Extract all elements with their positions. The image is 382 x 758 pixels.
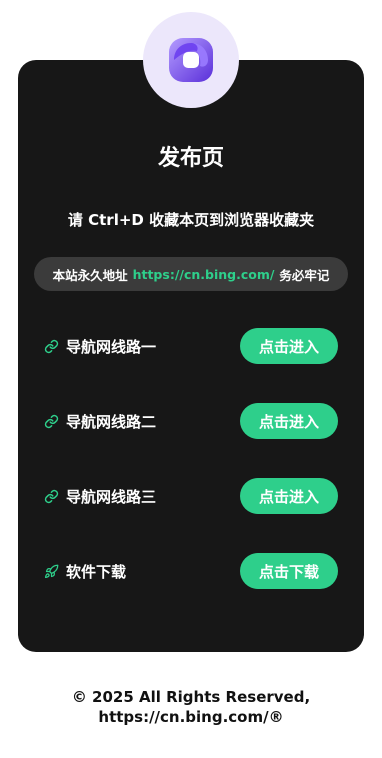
link-icon [44, 414, 59, 428]
enter-button-3[interactable]: 点击进入 [240, 478, 338, 514]
enter-button-2[interactable]: 点击进入 [240, 403, 338, 439]
footer: © 2025 All Rights Reserved, https://cn.b… [0, 687, 382, 727]
link-label: 导航网线路二 [66, 412, 157, 431]
enter-button-1[interactable]: 点击进入 [240, 328, 338, 364]
link-icon [44, 339, 59, 353]
page-title: 发布页 [157, 146, 224, 171]
address-prefix: 本站永久地址 [52, 267, 128, 283]
link-label: 导航网线路三 [66, 487, 157, 506]
link-row-3: 导航网线路三 点击进入 [44, 478, 338, 514]
download-label: 软件下载 [66, 562, 127, 581]
rocket-icon [44, 564, 59, 578]
download-button[interactable]: 点击下载 [240, 553, 338, 589]
link-row-1: 导航网线路一 点击进入 [44, 328, 338, 364]
copyright-text: © 2025 All Rights Reserved, [71, 688, 311, 706]
address-suffix: 务必牢记 [279, 267, 330, 283]
address-url[interactable]: https://cn.bing.com/ [133, 267, 275, 282]
link-icon [44, 489, 59, 503]
download-row: 软件下载 点击下载 [44, 553, 338, 589]
bookmark-hint: 请 Ctrl+D 收藏本页到浏览器收藏夹 [67, 211, 315, 229]
footer-url[interactable]: https://cn.bing.com/® [0, 707, 382, 727]
app-logo-icon [169, 38, 213, 82]
link-row-2: 导航网线路二 点击进入 [44, 403, 338, 439]
logo [143, 12, 239, 108]
permanent-address-pill: 本站永久地址 https://cn.bing.com/ 务必牢记 [34, 257, 348, 291]
link-label: 导航网线路一 [66, 337, 157, 356]
